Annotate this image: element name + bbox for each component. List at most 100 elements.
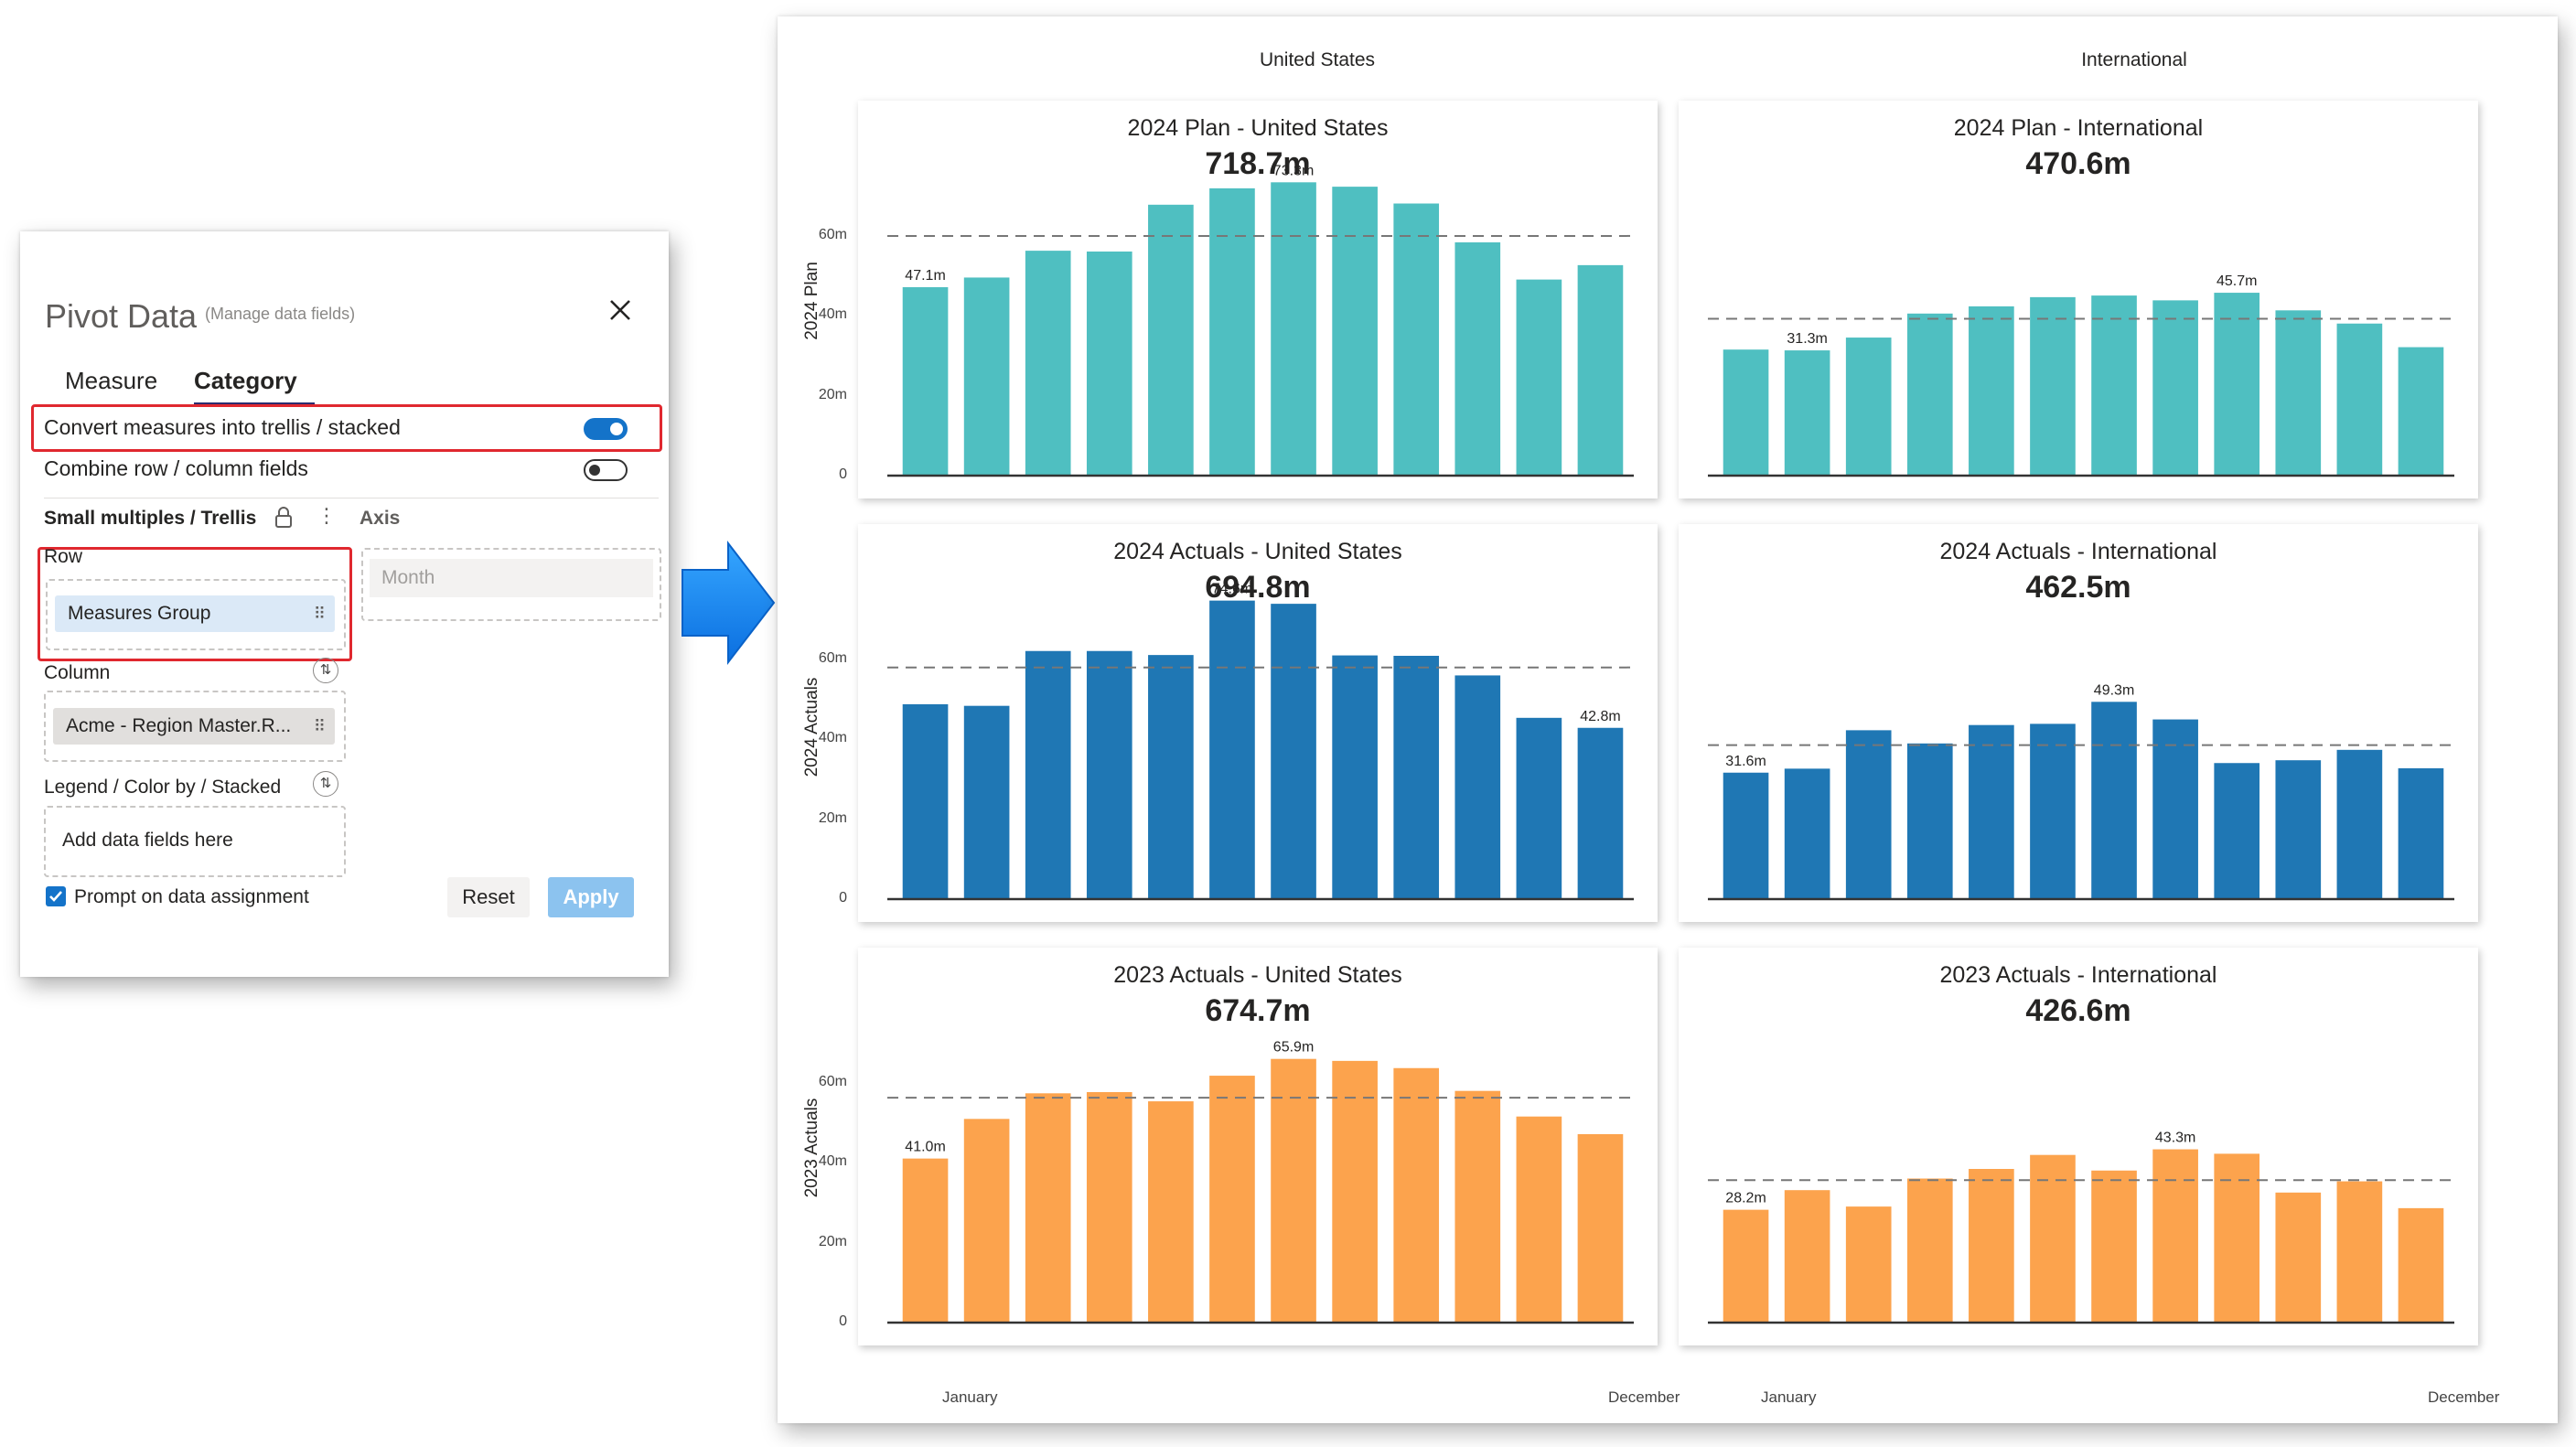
bar[interactable] (1454, 241, 1501, 476)
bar[interactable] (2336, 749, 2383, 899)
legend-placeholder: Add data fields here (62, 830, 233, 851)
bar[interactable] (2275, 760, 2322, 899)
bar[interactable] (2152, 1149, 2198, 1323)
bar[interactable] (1784, 1190, 1830, 1323)
column-drop-zone[interactable]: Acme - Region Master.R... ⠿ (44, 691, 346, 762)
bar[interactable] (2091, 295, 2137, 476)
bar[interactable] (1148, 204, 1194, 476)
bar[interactable] (1906, 313, 1953, 476)
card-title: 2023 Actuals - United States (1113, 962, 1402, 988)
bar[interactable] (2091, 702, 2137, 899)
close-icon[interactable] (604, 294, 637, 327)
bar[interactable] (2152, 719, 2198, 899)
bar[interactable] (2398, 767, 2444, 899)
bar[interactable] (1025, 1093, 1071, 1323)
bar[interactable] (2336, 323, 2383, 476)
bar[interactable] (1577, 1133, 1624, 1323)
bar[interactable] (1845, 1206, 1892, 1323)
prompt-checkbox[interactable] (46, 886, 66, 906)
bar[interactable] (1332, 655, 1378, 899)
bar[interactable] (1516, 279, 1562, 476)
swap-icon[interactable]: ⇅ (313, 771, 338, 797)
bar[interactable] (1454, 1090, 1501, 1323)
bar[interactable] (1025, 251, 1071, 476)
data-label: 42.8m (1580, 709, 1620, 724)
bar[interactable] (1025, 650, 1071, 899)
region-master-chip[interactable]: Acme - Region Master.R... ⠿ (53, 708, 335, 745)
bar[interactable] (1148, 655, 1194, 899)
bar[interactable] (1209, 188, 1255, 476)
bar[interactable] (2275, 1192, 2322, 1323)
bar[interactable] (1454, 675, 1501, 899)
bar[interactable] (1209, 600, 1255, 899)
axis-drop-zone[interactable]: Month (361, 548, 661, 621)
more-options-icon[interactable]: ⋮ (317, 504, 337, 528)
bar[interactable] (1723, 772, 1769, 899)
bar[interactable] (2152, 300, 2198, 476)
trellis-card: 74.6m 42.8m 2024 Actuals - United States 69… (858, 524, 1658, 922)
apply-button[interactable]: Apply (548, 877, 634, 917)
bar[interactable] (1845, 338, 1892, 476)
combine-fields-toggle[interactable] (584, 459, 628, 481)
bar[interactable] (963, 705, 1010, 899)
bar[interactable] (2398, 347, 2444, 476)
bar[interactable] (902, 703, 949, 899)
bar[interactable] (1577, 264, 1624, 476)
convert-measures-option: Convert measures into trellis / stacked (24, 408, 639, 450)
tab-measure[interactable]: Measure (65, 367, 157, 395)
bar[interactable] (1906, 1178, 1953, 1324)
bar[interactable] (902, 1158, 949, 1323)
bar[interactable] (1148, 1101, 1194, 1323)
drag-handle-icon[interactable]: ⠿ (314, 595, 326, 632)
bar[interactable] (1332, 1060, 1378, 1323)
legend-section-label: Legend / Color by / Stacked (44, 777, 282, 798)
bar[interactable] (1332, 187, 1378, 476)
bar[interactable] (1393, 1067, 1440, 1323)
bar[interactable] (963, 277, 1010, 476)
bar[interactable] (1271, 604, 1316, 899)
bar[interactable] (2214, 1153, 2260, 1323)
bar[interactable] (2030, 724, 2076, 899)
bar[interactable] (1969, 1169, 2014, 1323)
tab-category[interactable]: Category (194, 367, 297, 395)
bar[interactable] (2398, 1207, 2444, 1323)
bar[interactable] (2091, 1170, 2137, 1323)
bar[interactable] (1086, 252, 1132, 476)
bar[interactable] (1723, 349, 1769, 476)
reset-button[interactable]: Reset (447, 877, 530, 917)
bar[interactable] (1784, 350, 1830, 476)
bar[interactable] (2214, 763, 2260, 899)
bar[interactable] (1271, 182, 1316, 476)
y-tick-label: 0 (839, 1313, 847, 1329)
bar[interactable] (2214, 293, 2260, 476)
dialog-title: Pivot Data (45, 297, 198, 335)
swap-icon[interactable]: ⇅ (313, 658, 338, 683)
convert-measures-toggle[interactable] (584, 418, 628, 440)
bar[interactable] (1086, 650, 1132, 899)
bar[interactable] (1723, 1209, 1769, 1323)
bar[interactable] (963, 1119, 1010, 1323)
bar[interactable] (1393, 203, 1440, 477)
bar[interactable] (2030, 1154, 2076, 1323)
measures-group-chip[interactable]: Measures Group ⠿ (55, 595, 335, 632)
drag-handle-icon[interactable]: ⠿ (314, 708, 326, 745)
data-label: 31.6m (1725, 754, 1766, 769)
bar[interactable] (1577, 727, 1624, 899)
bar[interactable] (1969, 305, 2014, 476)
legend-drop-zone[interactable]: Add data fields here (44, 806, 346, 877)
bar[interactable] (1516, 1116, 1562, 1323)
row-drop-zone[interactable]: Measures Group ⠿ (46, 579, 346, 650)
bar[interactable] (1845, 730, 1892, 899)
bar[interactable] (902, 286, 949, 476)
bar[interactable] (1393, 656, 1440, 899)
bar[interactable] (1516, 717, 1562, 899)
bar[interactable] (1086, 1092, 1132, 1323)
bar[interactable] (2275, 310, 2322, 476)
bar[interactable] (2336, 1181, 2383, 1323)
bar[interactable] (1784, 768, 1830, 899)
column-header-international: International (2081, 49, 2187, 70)
bar[interactable] (1969, 724, 2014, 899)
bar[interactable] (1906, 743, 1953, 899)
bar[interactable] (1209, 1076, 1255, 1323)
bar[interactable] (2030, 296, 2076, 476)
